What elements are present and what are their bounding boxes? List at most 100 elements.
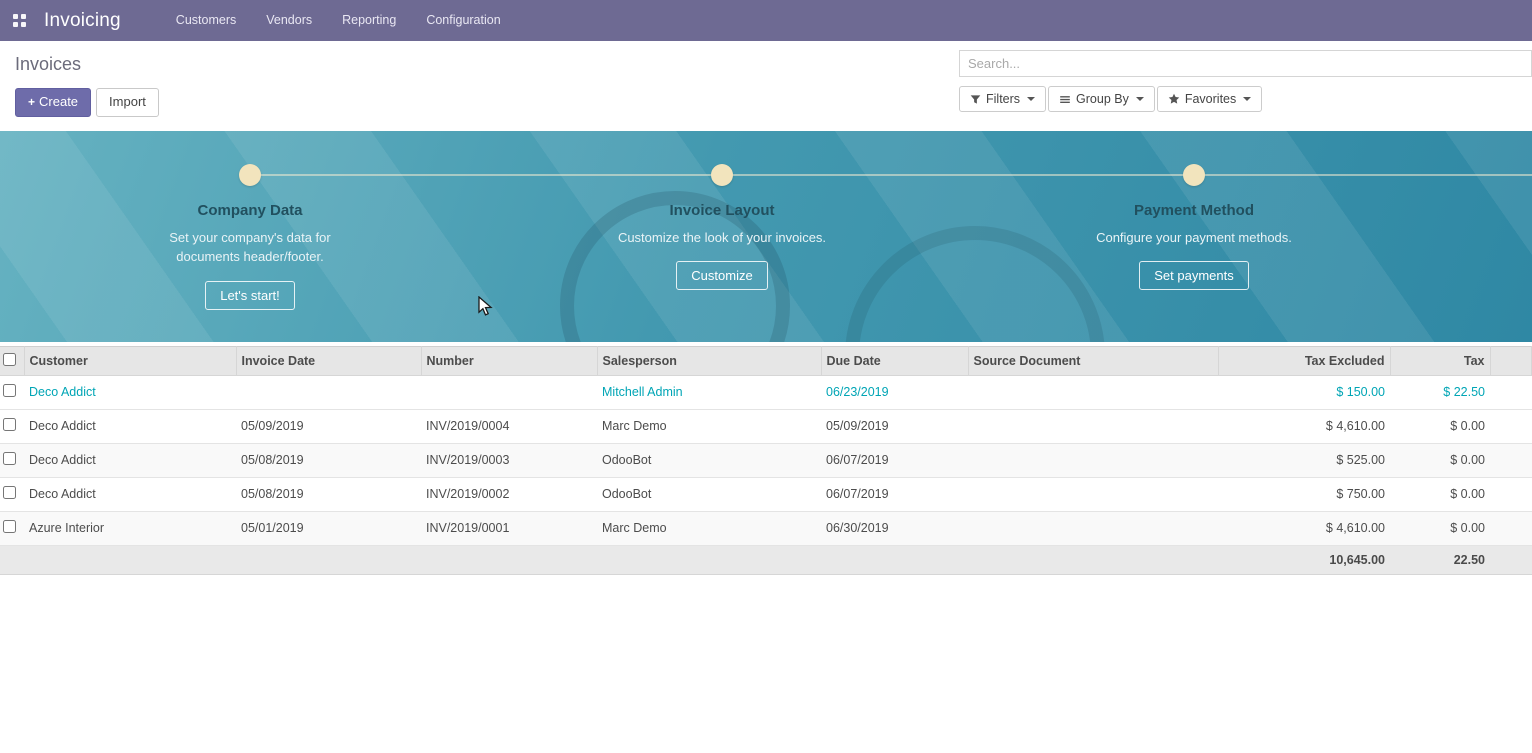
apps-grid-icon <box>13 14 26 27</box>
column-header-due-date[interactable]: Due Date <box>821 346 968 375</box>
cell-source-document <box>968 511 1218 545</box>
column-header-salesperson[interactable]: Salesperson <box>597 346 821 375</box>
cell-due-date: 06/07/2019 <box>821 443 968 477</box>
filter-icon <box>970 94 981 105</box>
plus-icon: + <box>28 95 35 109</box>
menu-vendors[interactable]: Vendors <box>251 0 327 41</box>
onboarding-step-invoice-layout: Invoice Layout Customize the look of you… <box>552 164 892 291</box>
table-row[interactable]: Deco Addict 05/09/2019 INV/2019/0004 Mar… <box>0 409 1532 443</box>
cell-source-document <box>968 375 1218 409</box>
menu-reporting[interactable]: Reporting <box>327 0 411 41</box>
column-header-source-document[interactable]: Source Document <box>968 346 1218 375</box>
row-checkbox[interactable] <box>3 452 16 465</box>
cell-salesperson: OdooBot <box>597 477 821 511</box>
top-navbar: Invoicing Customers Vendors Reporting Co… <box>0 0 1532 41</box>
favorites-dropdown[interactable]: Favorites <box>1157 86 1262 112</box>
cell-salesperson: Marc Demo <box>597 511 821 545</box>
step-title: Company Data <box>197 202 302 219</box>
cell-customer: Deco Addict <box>24 477 236 511</box>
cell-tax-excluded: $ 525.00 <box>1218 443 1390 477</box>
column-header-customer[interactable]: Customer <box>24 346 236 375</box>
cell-due-date: 06/23/2019 <box>821 375 968 409</box>
step-dot-icon <box>711 164 733 186</box>
lets-start-button[interactable]: Let's start! <box>205 281 295 310</box>
onboarding-banner: Company Data Set your company's data for… <box>0 131 1532 342</box>
column-header-number[interactable]: Number <box>421 346 597 375</box>
menu-customers[interactable]: Customers <box>161 0 251 41</box>
row-checkbox[interactable] <box>3 418 16 431</box>
cell-customer: Deco Addict <box>24 409 236 443</box>
cell-due-date: 06/07/2019 <box>821 477 968 511</box>
column-header-tax-excluded[interactable]: Tax Excluded <box>1218 346 1390 375</box>
cell-invoice-date: 05/08/2019 <box>236 477 421 511</box>
cell-invoice-date: 05/01/2019 <box>236 511 421 545</box>
row-checkbox[interactable] <box>3 486 16 499</box>
select-all-checkbox[interactable] <box>3 353 16 366</box>
cell-source-document <box>968 409 1218 443</box>
cell-tax-excluded: $ 750.00 <box>1218 477 1390 511</box>
star-icon <box>1168 93 1180 105</box>
cell-tax: $ 0.00 <box>1390 443 1490 477</box>
onboarding-step-payment-method: Payment Method Configure your payment me… <box>1024 164 1364 291</box>
chevron-down-icon <box>1136 97 1144 101</box>
step-dot-icon <box>239 164 261 186</box>
group-by-dropdown[interactable]: Group By <box>1048 86 1155 112</box>
step-description: Configure your payment methods. <box>1096 228 1292 248</box>
step-dot-icon <box>1183 164 1205 186</box>
chevron-down-icon <box>1243 97 1251 101</box>
step-title: Invoice Layout <box>669 202 774 219</box>
cell-salesperson: Mitchell Admin <box>597 375 821 409</box>
control-panel: Invoices +Create Import Filters Group By… <box>0 41 1532 129</box>
cell-number: INV/2019/0001 <box>421 511 597 545</box>
cell-due-date: 05/09/2019 <box>821 409 968 443</box>
cell-number: INV/2019/0004 <box>421 409 597 443</box>
column-header-filler <box>1490 346 1532 375</box>
apps-menu-button[interactable] <box>0 0 38 41</box>
cell-invoice-date: 05/09/2019 <box>236 409 421 443</box>
cell-tax-excluded: $ 4,610.00 <box>1218 409 1390 443</box>
create-button[interactable]: +Create <box>15 88 91 117</box>
cell-source-document <box>968 477 1218 511</box>
cell-tax-excluded: $ 4,610.00 <box>1218 511 1390 545</box>
step-description: Customize the look of your invoices. <box>618 228 826 248</box>
search-input[interactable] <box>959 50 1532 77</box>
table-row[interactable]: Deco Addict Mitchell Admin 06/23/2019 $ … <box>0 375 1532 409</box>
cell-tax: $ 0.00 <box>1390 477 1490 511</box>
step-description: Set your company's data for documents he… <box>140 228 360 267</box>
chevron-down-icon <box>1027 97 1035 101</box>
set-payments-button[interactable]: Set payments <box>1139 261 1249 290</box>
cell-customer: Azure Interior <box>24 511 236 545</box>
cell-customer: Deco Addict <box>24 443 236 477</box>
table-row[interactable]: Deco Addict 05/08/2019 INV/2019/0002 Odo… <box>0 477 1532 511</box>
cell-source-document <box>968 443 1218 477</box>
app-title: Invoicing <box>44 10 121 32</box>
cell-invoice-date: 05/08/2019 <box>236 443 421 477</box>
cell-due-date: 06/30/2019 <box>821 511 968 545</box>
cell-invoice-date <box>236 375 421 409</box>
cell-number: INV/2019/0002 <box>421 477 597 511</box>
column-header-invoice-date[interactable]: Invoice Date <box>236 346 421 375</box>
table-totals-row: 10,645.00 22.50 <box>0 545 1532 574</box>
total-tax: 22.50 <box>1390 545 1490 574</box>
menu-configuration[interactable]: Configuration <box>411 0 515 41</box>
cell-number <box>421 375 597 409</box>
cell-tax-excluded: $ 150.00 <box>1218 375 1390 409</box>
row-checkbox[interactable] <box>3 520 16 533</box>
filter-bar: Filters Group By Favorites <box>959 86 1532 112</box>
cell-tax: $ 0.00 <box>1390 511 1490 545</box>
cell-salesperson: OdooBot <box>597 443 821 477</box>
customize-button[interactable]: Customize <box>676 261 767 290</box>
table-header-row: Customer Invoice Date Number Salesperson… <box>0 346 1532 375</box>
invoice-list-table: Customer Invoice Date Number Salesperson… <box>0 346 1532 575</box>
cell-tax: $ 0.00 <box>1390 409 1490 443</box>
cell-salesperson: Marc Demo <box>597 409 821 443</box>
import-button[interactable]: Import <box>96 88 159 117</box>
table-row[interactable]: Azure Interior 05/01/2019 INV/2019/0001 … <box>0 511 1532 545</box>
filters-dropdown[interactable]: Filters <box>959 86 1046 112</box>
row-checkbox[interactable] <box>3 384 16 397</box>
cell-number: INV/2019/0003 <box>421 443 597 477</box>
total-tax-excluded: 10,645.00 <box>1218 545 1390 574</box>
table-row[interactable]: Deco Addict 05/08/2019 INV/2019/0003 Odo… <box>0 443 1532 477</box>
cell-tax: $ 22.50 <box>1390 375 1490 409</box>
column-header-tax[interactable]: Tax <box>1390 346 1490 375</box>
